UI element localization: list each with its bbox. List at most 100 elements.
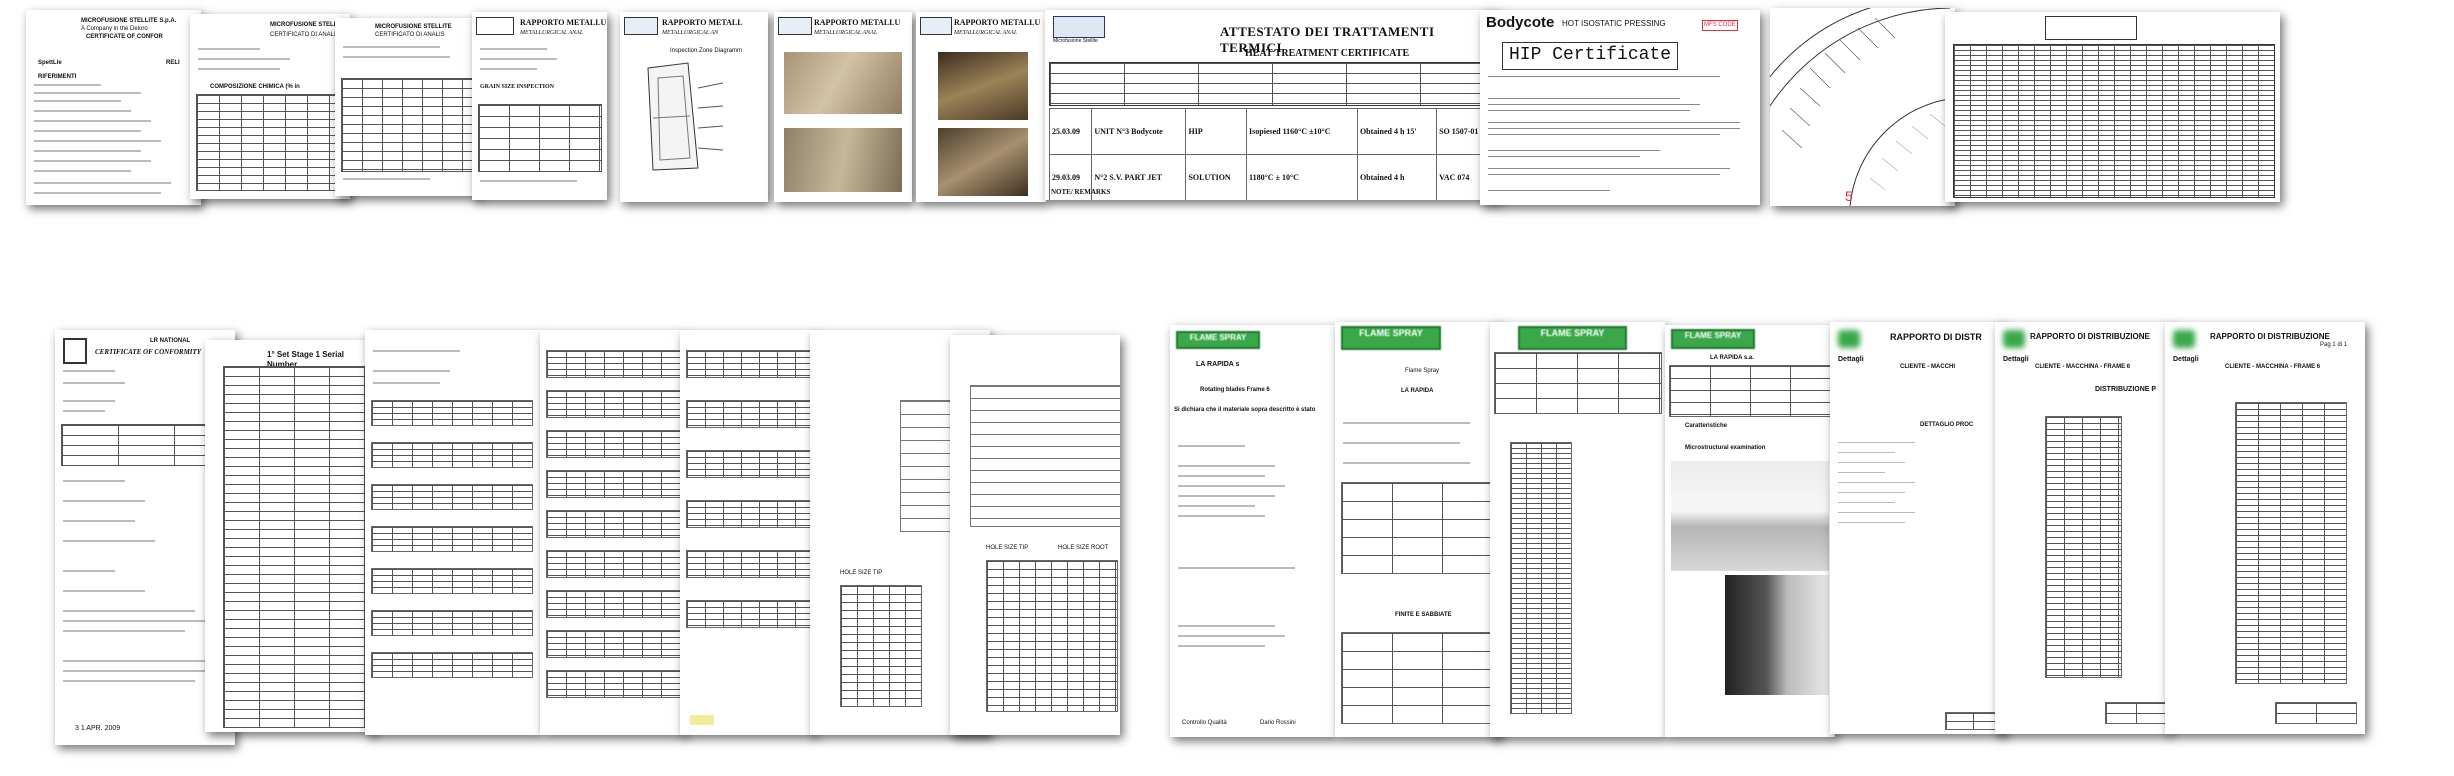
hole-size-tip-table (840, 585, 922, 707)
blurred-logo (2003, 330, 2025, 348)
hole-size-root-heading: HOLE SIZE ROOT (1058, 545, 1109, 551)
document-page-10-drawing: 5 (1770, 8, 1955, 206)
certificate-title: CERTIFICATO DI ANALIS (270, 32, 340, 38)
document-page-18-declaration: FLAME SPRAY LA RAPIDA s Rotating blades … (1170, 325, 1335, 737)
time-cell: Obtained 4 h 15' (1356, 108, 1438, 155)
stellite-logo (778, 17, 812, 35)
temperature-cell: Isopiesed 1160°C ±10°C (1246, 108, 1358, 155)
process-label: Flame Spray (1405, 368, 1440, 374)
flame-spray-logo: FLAME SPRAY (1176, 331, 1260, 349)
technical-drawing (1770, 8, 1955, 206)
stellite-logo (476, 17, 514, 35)
distribution-heading: DISTRIBUZIONE P (2095, 386, 2157, 393)
bodycote-subtitle: HOT ISOSTATIC PRESSING (1562, 19, 1666, 28)
micrograph-bottom (1725, 575, 1829, 695)
distribution-table (2235, 402, 2347, 684)
table-row: 29.03.09 N°2 S.V. PART JET SOLUTION 1180… (1048, 154, 1494, 200)
certificate-title-en: HEAT TREATMENT CERTIFICATE (1245, 48, 1410, 59)
report-title: RAPPORTO METALLU (520, 18, 607, 27)
document-page-7: RAPPORTO METALLU METALLURGICAL ANAL (916, 12, 1046, 202)
document-page-11-spreadsheet (1945, 12, 2280, 202)
client-line: CLIENTE - MACCHINA - FRAME 6 (2225, 364, 2321, 370)
blurred-logo (1838, 330, 1860, 348)
report-title: RAPPORTO DI DISTR (1890, 332, 1982, 342)
details-label: Dettagli (2173, 356, 2199, 363)
report-title: RAPPORTO DI DISTRIBUZIONE (2030, 332, 2150, 341)
bodycote-logo: Bodycote (1486, 14, 1555, 31)
date-cell: 25.03.09 (1048, 108, 1093, 155)
mfs-code-stamp: MFS CODE (1702, 20, 1738, 32)
client-line: CLIENTE - MACCHI (1900, 364, 1955, 370)
flame-spray-logo: FLAME SPRAY (1341, 326, 1441, 350)
grain-size-heading: GRAIN SIZE INSPECTION (480, 84, 555, 90)
flame-spray-logo: FLAME SPRAY (1518, 326, 1627, 350)
document-page-6: RAPPORTO METALLU METALLURGICAL ANAL (774, 12, 912, 202)
document-page-15 (540, 330, 685, 735)
signatory-name: Dario Rossini (1260, 720, 1296, 726)
blade-photo-top (938, 52, 1028, 120)
certificate-title: CERTIFICATE OF CONFOR (86, 34, 163, 40)
document-page-4: RAPPORTO METALLU METALLURGICAL ANAL GRAI… (472, 12, 607, 200)
temperature-cell: 1180°C ± 10°C (1246, 154, 1358, 200)
stellite-logo (624, 17, 658, 35)
report-code: RELI (166, 60, 180, 66)
stellite-logo (920, 17, 952, 35)
serial-table (223, 366, 365, 728)
certificate-title: HIP Certificate (1502, 42, 1679, 70)
data-grid (1953, 44, 2275, 198)
logo-text: Microfusione Stellite (1053, 38, 1098, 44)
treatment-cell: SOLUTION (1185, 154, 1248, 200)
document-page-14 (365, 330, 540, 735)
blurred-logo (2173, 330, 2195, 348)
remarks-label: NOTE/ REMARKS (1051, 188, 1111, 196)
document-page-1: MICROFUSIONE STELLITE S.p.A. A Company i… (26, 10, 201, 205)
document-page-9-hip: Bodycote HOT ISOSTATIC PRESSING MFS CODE… (1480, 10, 1760, 205)
blade-photo-top (784, 52, 902, 114)
characteristics-heading: Caratteristiche (1685, 423, 1728, 429)
document-page-17b: HOLE SIZE TIP HOLE SIZE ROOT (950, 335, 1120, 735)
company-name: LR NATIONAL (150, 338, 191, 344)
company-subtitle: A Company in the Deloro (81, 26, 148, 32)
client-line: CLIENTE - MACCHINA - FRAME 6 (2035, 364, 2131, 370)
quality-control-label: Controllo Qualità (1182, 720, 1227, 726)
report-subtitle: METALLURGICAL ANAL (954, 30, 1018, 36)
details-label: Dettagli (2003, 356, 2029, 363)
micrograph-top (1671, 461, 1829, 571)
time-cell: Obtained 4 h (1356, 154, 1438, 200)
title-block (970, 385, 1120, 527)
hole-size-tip-heading: HOLE SIZE TIP (840, 570, 883, 576)
declaration-text: Si dichiara che il materiale sopra descr… (1174, 407, 1316, 413)
report-title: RAPPORTO METALLU (814, 18, 901, 27)
header-grid (1049, 62, 1496, 106)
references-heading: RIFERIMENTI (38, 74, 77, 80)
inspection-zone-heading: Inspection Zone Diagramm (670, 48, 743, 54)
certificate-title: CERTIFICATO DI ANALIS (375, 32, 445, 38)
page-count: Pag 1 di 1 (2320, 342, 2348, 348)
document-page-13-serial-list: 1° Set Stage 1 Serial Number (205, 340, 375, 732)
document-page-19: FLAME SPRAY Flame Spray LA RAPIDA FINITE… (1335, 322, 1500, 737)
company-name: LA RAPIDA s.a. (1710, 355, 1754, 361)
treatment-cell: HIP (1185, 108, 1248, 155)
composition-table (341, 78, 473, 172)
hole-size-tip-heading: HOLE SIZE TIP (986, 545, 1029, 551)
report-title: RAPPORTO METALLU (954, 18, 1041, 27)
blade-photo-bottom (784, 128, 902, 192)
process-detail-heading: DETTAGLIO PROC (1920, 422, 1974, 428)
recipient-label: SpettLle (38, 60, 62, 66)
microstructural-heading: Microstructural examination (1685, 445, 1766, 451)
hole-size-table (986, 560, 1118, 712)
treatment-table: 25.03.09 UNIT N°3 Bodycote HIP Isopiesed… (1048, 108, 1494, 200)
report-subtitle: METALLURGICAL ANAL (520, 30, 584, 36)
grain-table (478, 104, 602, 172)
document-page-3: MICROFUSIONE STELLITE CERTIFICATO DI ANA… (335, 18, 480, 196)
company-name: MICROFUSIONE STELLITE S.p.A. (81, 18, 177, 24)
document-page-24-distribution: RAPPORTO DI DISTRIBUZIONE Pag 1 di 1 Det… (2165, 322, 2365, 734)
document-page-22-distribution: RAPPORTO DI DISTR Dettagli CLIENTE - MAC… (1830, 322, 2005, 734)
document-page-8-heat-treatment: Microfusione Stellite ATTESTATO DEI TRAT… (1045, 10, 1500, 200)
finishing-title: FINITE E SABBIATE (1395, 612, 1452, 618)
blade-diagram (647, 62, 724, 171)
company-name: MICROFUSIONE STELLITE (375, 24, 452, 30)
company-name: LA RAPIDA s (1196, 361, 1240, 368)
document-page-20: FLAME SPRAY (1490, 322, 1665, 737)
table-row: 25.03.09 UNIT N°3 Bodycote HIP Isopiesed… (1048, 108, 1494, 155)
